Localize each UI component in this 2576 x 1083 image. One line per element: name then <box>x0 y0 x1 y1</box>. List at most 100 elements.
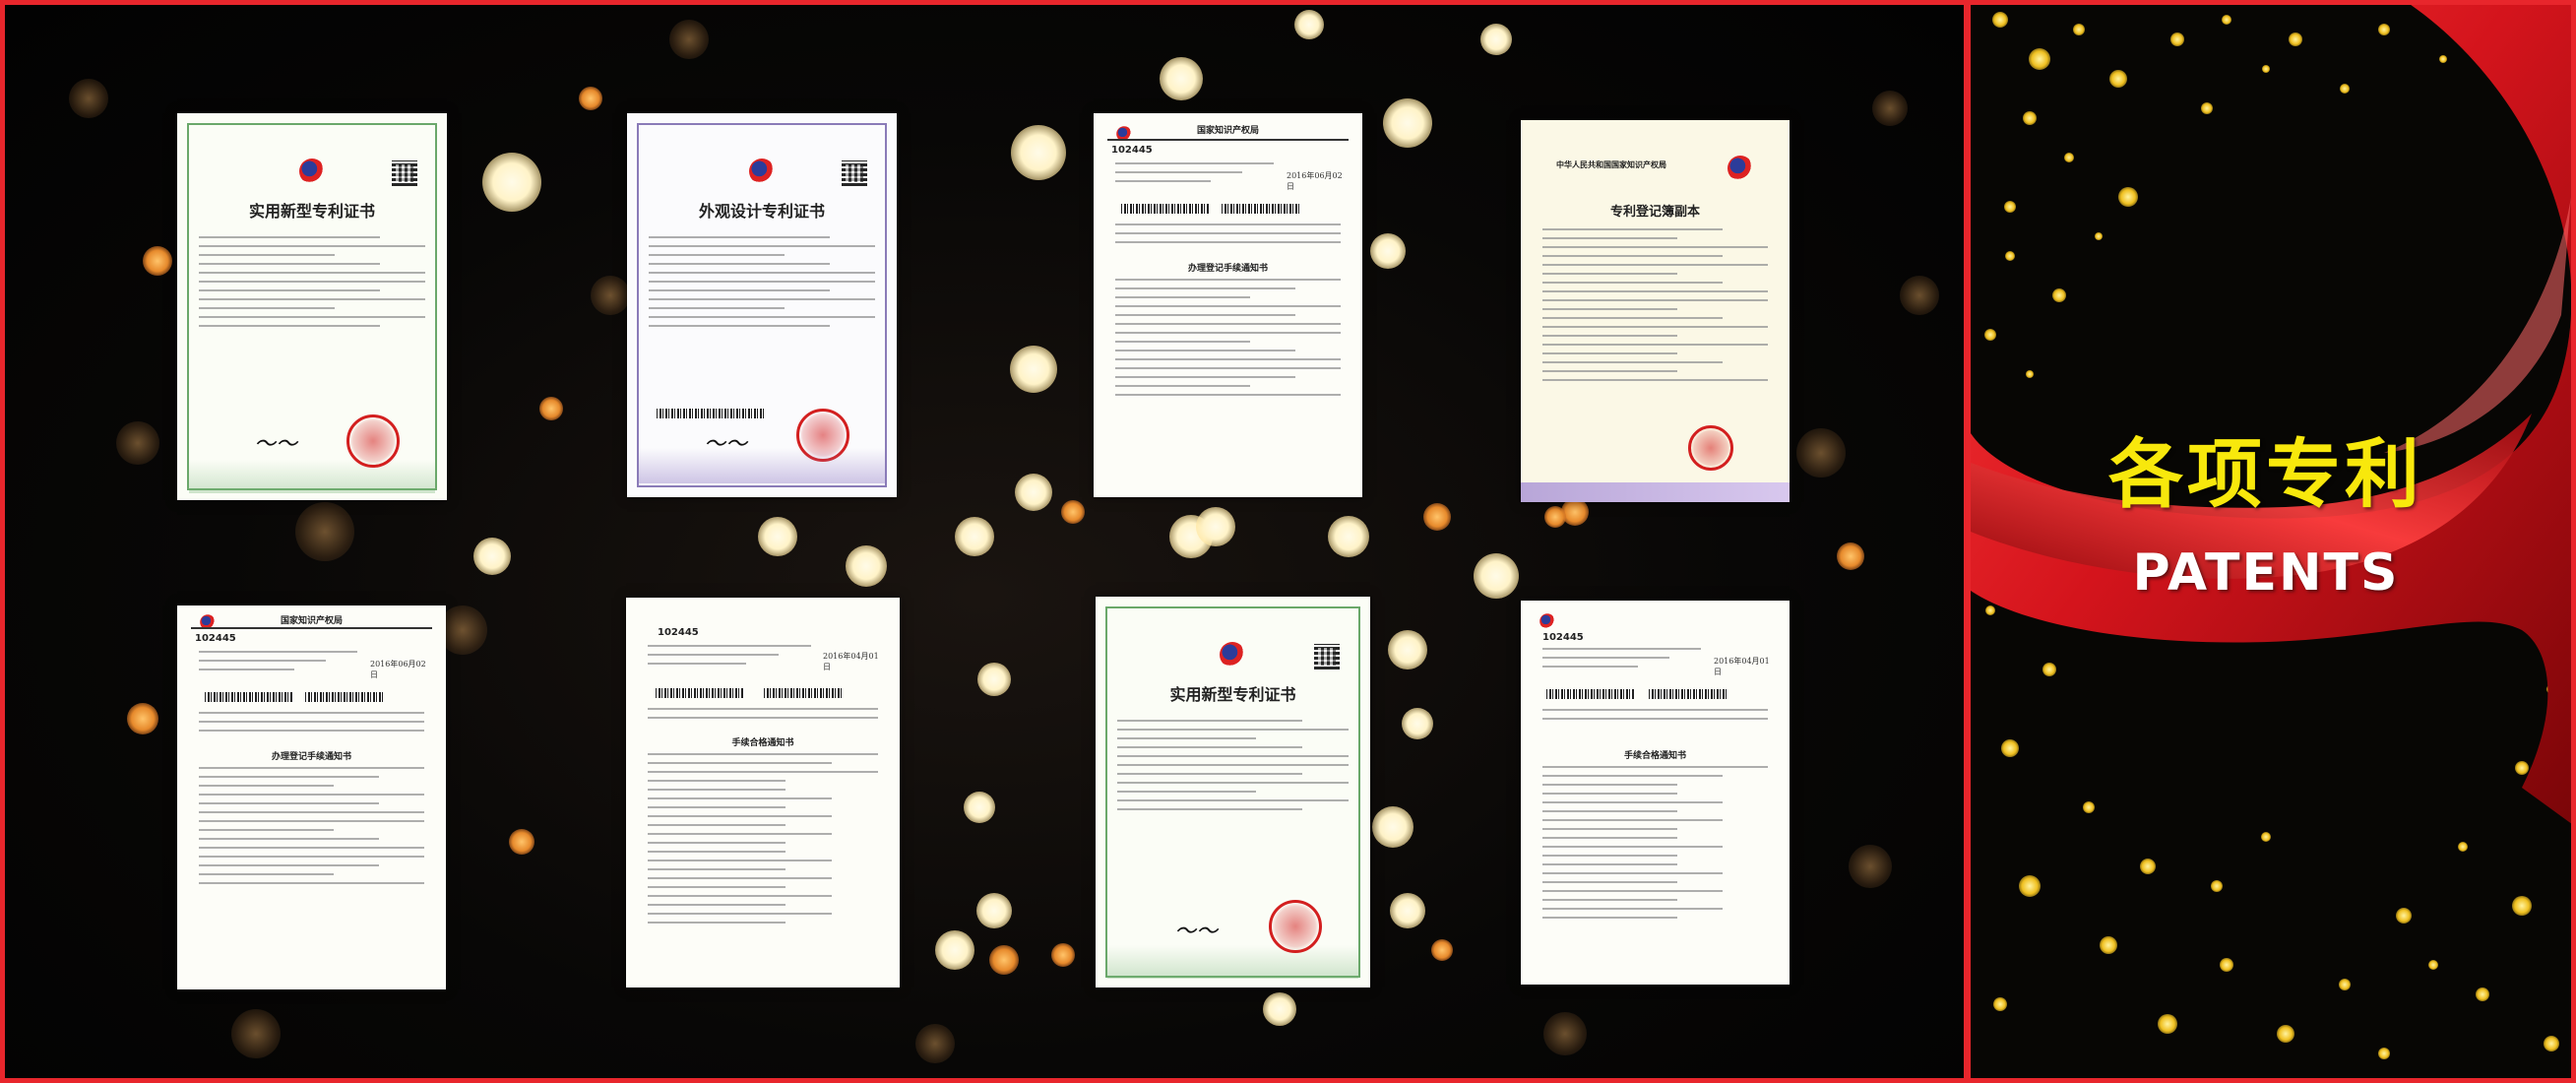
barcode <box>305 692 384 702</box>
bokeh-light <box>509 829 534 855</box>
bokeh-light <box>1160 57 1203 100</box>
bokeh-light <box>1796 428 1846 478</box>
official-seal-icon <box>1269 900 1322 953</box>
bokeh-light <box>1011 125 1066 180</box>
bokeh-light <box>1872 91 1908 126</box>
certificate-register-copy: 中华人民共和国国家知识产权局 专利登记簿副本 <box>1521 120 1790 502</box>
bokeh-light <box>1431 939 1453 961</box>
bokeh-light <box>143 246 172 276</box>
bokeh-light <box>1849 845 1892 888</box>
notice-title: 手续合格通知书 <box>731 738 794 748</box>
notice-date: 2016年06月02日 <box>370 660 426 679</box>
notice-number: 102445 <box>1542 632 1584 643</box>
bokeh-light <box>976 893 1012 928</box>
bokeh-light <box>1390 893 1425 928</box>
section-title-en: PATENTS <box>2132 543 2400 603</box>
certificate-title: 实用新型专利证书 <box>248 202 375 221</box>
bokeh-light <box>1010 346 1057 393</box>
bokeh-light <box>295 502 354 561</box>
notice-title: 办理登记手续通知书 <box>1187 264 1268 274</box>
cnipa-logo-icon <box>1539 613 1555 629</box>
notice-date: 2016年06月02日 <box>1287 171 1343 191</box>
bokeh-light <box>1837 542 1864 570</box>
certificate-utility-model-2: 实用新型专利证书 〜〜 <box>1096 597 1370 987</box>
barcode <box>1121 204 1210 214</box>
bokeh-light <box>482 153 541 212</box>
bokeh-light <box>1196 507 1235 546</box>
bokeh-light <box>669 20 709 59</box>
bokeh-light <box>1480 24 1512 55</box>
barcode <box>764 688 843 698</box>
notice-date: 2016年04月01日 <box>1714 657 1770 676</box>
bokeh-light <box>977 663 1011 696</box>
bokeh-light <box>1015 474 1052 511</box>
notice-title: 办理登记手续通知书 <box>271 752 351 762</box>
certificate-procedure-notice-1: 102445 2016年04月01日 手续合格通知书 <box>626 598 900 987</box>
bokeh-light <box>1544 506 1566 528</box>
official-seal-icon <box>346 414 400 468</box>
qr-code-icon <box>842 160 867 186</box>
bokeh-light <box>579 87 602 110</box>
bokeh-light <box>915 1024 955 1063</box>
certificate-title: 外观设计专利证书 <box>698 202 825 221</box>
bokeh-light <box>935 930 974 970</box>
register-title: 专利登记簿副本 <box>1609 205 1700 220</box>
bokeh-light <box>1383 98 1432 148</box>
qr-code-icon <box>392 160 417 186</box>
barcode <box>1222 204 1300 214</box>
right-panel: 各项专利 PATENTS <box>1971 0 2576 1083</box>
barcode <box>656 688 744 698</box>
qr-code-icon <box>1314 644 1340 669</box>
bokeh-light <box>1388 630 1427 669</box>
bokeh-light <box>127 703 158 734</box>
cnipa-logo-icon <box>1728 156 1753 181</box>
notice-number: 102445 <box>658 627 699 638</box>
cnipa-logo-icon <box>749 159 775 184</box>
bokeh-light <box>1423 503 1451 531</box>
bokeh-light <box>1372 806 1414 848</box>
bokeh-light <box>1294 10 1324 39</box>
barcode <box>1649 689 1728 699</box>
certificate-title: 实用新型专利证书 <box>1169 685 1296 704</box>
bokeh-light <box>591 276 630 315</box>
notice-header: 国家知识产权局 <box>1196 126 1259 136</box>
barcode <box>1546 689 1635 699</box>
notice-header: 国家知识产权局 <box>280 616 343 626</box>
certificate-procedure-notice-2: 102445 2016年04月01日 手续合格通知书 <box>1521 601 1790 985</box>
bokeh-light <box>1402 708 1433 739</box>
bokeh-light <box>1543 1012 1587 1055</box>
cnipa-logo-icon <box>1220 642 1245 668</box>
bokeh-light <box>1061 500 1085 524</box>
register-header: 中华人民共和国国家知识产权局 <box>1556 159 1666 169</box>
bokeh-light <box>989 945 1019 975</box>
bokeh-light <box>955 517 994 556</box>
notice-title: 手续合格通知书 <box>1623 751 1686 761</box>
patents-slide: 实用新型专利证书 〜〜 外观设计专利证书 〜〜 国家知识产权局 102445 2… <box>0 0 2576 1083</box>
bokeh-light <box>116 421 159 465</box>
signature: 〜〜 <box>1174 920 1219 944</box>
panel-divider <box>1964 0 1971 1083</box>
bokeh-light <box>1051 943 1075 967</box>
red-ribbon <box>1971 0 2576 827</box>
bokeh-light <box>758 517 797 556</box>
bokeh-light <box>69 79 108 118</box>
signature: 〜〜 <box>254 432 298 457</box>
certificate-registration-notice-2: 国家知识产权局 102445 2016年06月02日 办理登记手续通知书 <box>177 605 446 989</box>
notice-number: 102445 <box>1111 145 1153 156</box>
bokeh-light <box>1263 992 1296 1026</box>
bokeh-light <box>1328 516 1369 557</box>
bokeh-light <box>1474 553 1519 599</box>
bokeh-light <box>231 1009 281 1058</box>
certificate-design-patent: 外观设计专利证书 〜〜 <box>627 113 897 497</box>
bokeh-light <box>1370 233 1406 269</box>
barcode <box>205 692 293 702</box>
barcode <box>657 409 765 418</box>
certificate-utility-model-1: 实用新型专利证书 〜〜 <box>177 113 447 500</box>
bokeh-light <box>473 538 511 575</box>
notice-number: 102445 <box>195 633 236 644</box>
certificate-registration-notice-1: 国家知识产权局 102445 2016年06月02日 办理登记手续通知书 <box>1094 113 1362 497</box>
bokeh-light <box>1900 276 1939 315</box>
bokeh-light <box>846 545 887 587</box>
bokeh-light <box>964 792 995 823</box>
section-title-cn: 各项专利 <box>2108 430 2423 518</box>
